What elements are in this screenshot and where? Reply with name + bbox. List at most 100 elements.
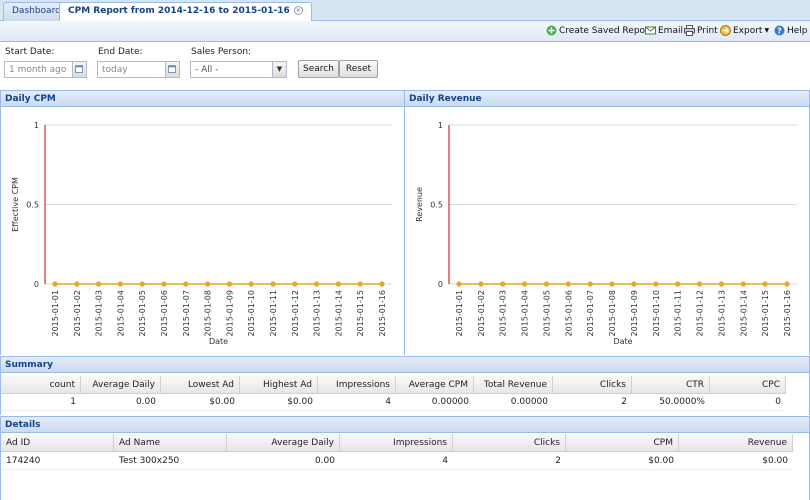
data-point xyxy=(52,281,58,287)
x-tick-label: 2015-01-14 xyxy=(739,290,748,337)
tab-bar: Dashboard CPM Report from 2014-12-16 to … xyxy=(0,0,810,22)
table-cell: 4 xyxy=(442,456,448,466)
table-cell: $0.00 xyxy=(209,397,235,407)
table-cell: 174240 xyxy=(6,456,41,466)
details-column-header[interactable]: Revenue xyxy=(679,434,793,452)
summary-column-header[interactable]: Average CPM xyxy=(396,376,474,394)
table-cell: $0.00 xyxy=(762,456,788,466)
x-tick-label: 2015-01-01 xyxy=(51,290,60,337)
x-tick-label: 2015-01-14 xyxy=(334,290,343,337)
start-date-trigger[interactable] xyxy=(72,61,87,78)
data-point xyxy=(314,281,320,287)
tab-cpm-report-label: CPM Report from 2014-12-16 to 2015-01-16 xyxy=(68,6,290,16)
details-column-header[interactable]: Ad ID xyxy=(1,434,114,452)
data-point xyxy=(335,281,341,287)
help-button[interactable]: ? Help xyxy=(774,25,808,36)
data-point xyxy=(161,281,167,287)
x-tick-label: 2015-01-02 xyxy=(477,290,486,337)
export-label: Export xyxy=(733,25,763,36)
summary-column-header[interactable]: Lowest Ad xyxy=(161,376,240,394)
start-date-field[interactable] xyxy=(4,61,73,78)
data-point xyxy=(784,281,790,287)
summary-column-header[interactable]: CPC xyxy=(710,376,786,394)
create-saved-report-label: Create Saved Report xyxy=(559,25,653,36)
summary-column-header[interactable]: Impressions xyxy=(318,376,396,394)
create-saved-report-button[interactable]: Create Saved Report xyxy=(546,25,652,36)
data-point xyxy=(456,281,462,287)
sales-person-trigger[interactable]: ▼ xyxy=(272,61,287,78)
summary-grid: count Average Daily Lowest Ad Highest Ad Imp… xyxy=(0,373,810,415)
reset-button[interactable]: Reset xyxy=(339,60,378,78)
x-tick-label: 2015-01-13 xyxy=(313,290,322,337)
close-icon[interactable]: × xyxy=(293,6,303,15)
x-axis-label: Date xyxy=(209,337,228,346)
table-row[interactable]: 174240 Test 300x250 0.00 4 2 $0.00 $0.00 xyxy=(1,453,793,470)
data-point xyxy=(500,281,506,287)
x-tick-label: 2015-01-11 xyxy=(269,290,278,337)
data-point xyxy=(653,281,659,287)
end-date-field[interactable] xyxy=(97,61,166,78)
data-point xyxy=(565,281,571,287)
y-tick-label: 1 xyxy=(34,121,39,130)
data-point xyxy=(117,281,123,287)
sales-person-select[interactable] xyxy=(190,61,273,78)
data-point xyxy=(96,281,102,287)
x-tick-label: 2015-01-12 xyxy=(291,290,300,337)
daily-cpm-panel-header: Daily CPM xyxy=(0,90,405,107)
x-tick-label: 2015-01-10 xyxy=(652,290,661,337)
print-button[interactable]: Print xyxy=(684,25,718,36)
y-axis-label: Effective CPM xyxy=(11,177,20,232)
details-column-header[interactable]: Impressions xyxy=(340,434,453,452)
calendar-icon xyxy=(75,65,83,73)
daily-revenue-chart: 0 0.5 1 Revenue 2015-01-01 2015-01-02 2015-01-… xyxy=(415,121,797,346)
data-point xyxy=(696,281,703,287)
email-icon xyxy=(645,26,656,35)
search-button[interactable]: Search xyxy=(298,60,339,78)
x-tick-label: 2015-01-07 xyxy=(182,290,191,337)
summary-column-header[interactable]: Average Daily xyxy=(81,376,161,394)
data-point xyxy=(183,281,189,287)
table-cell: $0.00 xyxy=(648,456,674,466)
y-axis-label: Revenue xyxy=(415,187,424,222)
details-column-header[interactable]: Average Daily xyxy=(227,434,340,452)
table-cell: 0.00000 xyxy=(510,397,548,407)
summary-column-header[interactable]: Clicks xyxy=(553,376,632,394)
table-cell: 2 xyxy=(621,397,627,407)
summary-column-header[interactable]: Highest Ad xyxy=(240,376,318,394)
table-row[interactable]: 1 0.00 $0.00 $0.00 4 0.00000 0.00000 2 50.0000% 0 xyxy=(1,394,786,411)
x-tick-label: 2015-01-06 xyxy=(160,290,169,337)
data-point xyxy=(205,281,211,287)
x-tick-label: 2015-01-03 xyxy=(95,290,104,337)
x-tick-label: 2015-01-04 xyxy=(116,290,125,337)
table-cell: 0.00 xyxy=(135,397,156,407)
x-tick-label: 2015-01-16 xyxy=(783,290,792,337)
data-point xyxy=(522,281,528,287)
summary-column-header[interactable]: count xyxy=(1,376,81,394)
data-point xyxy=(139,281,145,287)
email-button[interactable]: Email xyxy=(645,25,683,36)
table-cell: 0.00 xyxy=(314,456,335,466)
y-tick-label: 1 xyxy=(438,121,443,130)
table-cell: 2 xyxy=(555,456,561,466)
start-date-label: Start Date: xyxy=(5,47,55,57)
details-column-header[interactable]: CPM xyxy=(566,434,679,452)
data-point xyxy=(740,281,746,287)
print-icon xyxy=(684,25,695,36)
tab-cpm-report[interactable]: CPM Report from 2014-12-16 to 2015-01-16… xyxy=(59,2,312,22)
details-grid-header: Ad ID Ad Name Average Daily Impressions Clic… xyxy=(1,434,793,452)
data-point xyxy=(74,281,80,287)
x-tick-label: 2015-01-08 xyxy=(204,290,213,337)
summary-column-header[interactable]: Total Revenue xyxy=(474,376,553,394)
export-button[interactable]: Export ▼ xyxy=(720,25,769,36)
details-column-header[interactable]: Clicks xyxy=(453,434,566,452)
data-point xyxy=(718,281,724,287)
details-column-header[interactable]: Ad Name xyxy=(114,434,227,452)
daily-revenue-panel-header: Daily Revenue xyxy=(404,90,810,107)
x-tick-label: 2015-01-06 xyxy=(564,290,573,337)
end-date-trigger[interactable] xyxy=(165,61,180,78)
details-grid: Ad ID Ad Name Average Daily Impressions Clic… xyxy=(0,433,810,500)
data-point xyxy=(478,281,484,287)
summary-column-header[interactable]: CTR xyxy=(632,376,710,394)
sales-person-label: Sales Person: xyxy=(191,47,252,57)
data-point xyxy=(609,281,615,287)
